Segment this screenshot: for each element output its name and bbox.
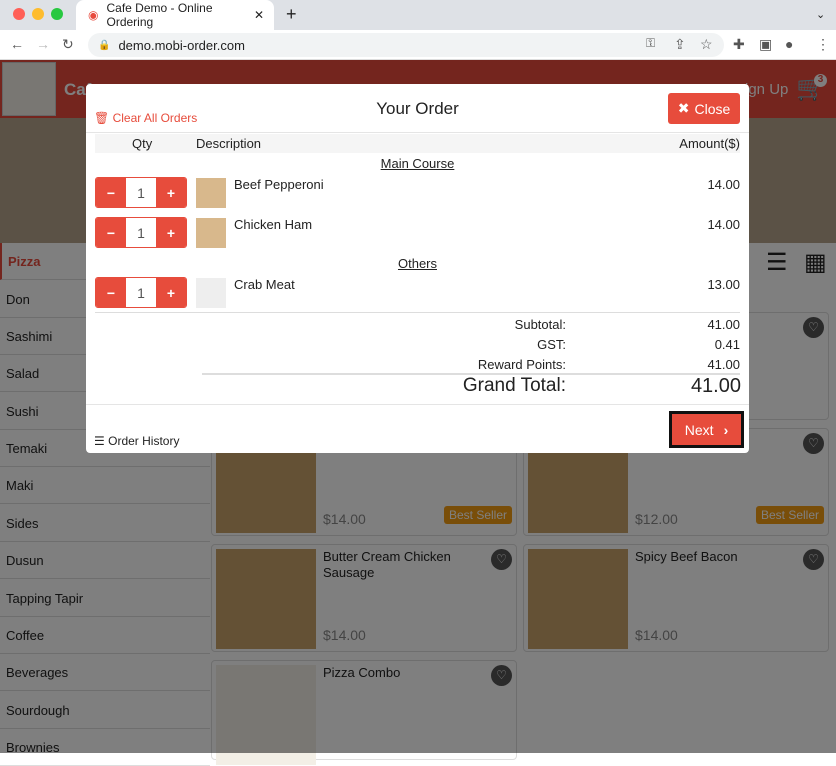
- minimize-window-button[interactable]: [32, 8, 44, 20]
- item-amount: 13.00: [707, 277, 740, 292]
- item-thumbnail: [196, 178, 226, 208]
- order-modal: 🗑 Clear All Orders Your Order ✖ Close Qty…: [86, 84, 749, 453]
- quantity-value[interactable]: 1: [126, 218, 156, 247]
- increase-button[interactable]: +: [156, 218, 186, 247]
- item-amount: 14.00: [707, 217, 740, 232]
- menu-icon[interactable]: ⋮: [816, 36, 830, 53]
- browser-tab[interactable]: ◉ Cafe Demo - Online Ordering ✕: [76, 0, 274, 30]
- grand-total-value: 41.00: [690, 375, 741, 397]
- chevron-right-icon: ›: [723, 421, 729, 438]
- item-name: Beef Pepperoni: [234, 177, 324, 192]
- item-name: Chicken Ham: [234, 217, 313, 232]
- forward-icon[interactable]: →: [36, 36, 50, 52]
- share-icon[interactable]: ⇪: [674, 36, 686, 53]
- list-icon: ☰: [94, 434, 105, 448]
- item-name: Crab Meat: [234, 277, 295, 292]
- quantity-stepper: −1 +: [95, 217, 187, 248]
- reward-points-label: Reward Points:: [477, 357, 566, 372]
- close-tab-icon[interactable]: ✕: [254, 8, 264, 22]
- reward-points-value: 41.00: [707, 357, 740, 372]
- decrease-button[interactable]: −: [96, 218, 126, 247]
- quantity-stepper: −1 +: [95, 277, 187, 308]
- quantity-stepper: −1 +: [95, 177, 187, 208]
- order-history-link[interactable]: ☰ Order History: [94, 434, 179, 448]
- key-icon[interactable]: ⚿: [646, 36, 655, 51]
- order-item-row: −1 + Chicken Ham 14.00: [95, 217, 740, 249]
- gst-label: GST:: [537, 337, 566, 352]
- qty-header: Qty: [132, 136, 153, 151]
- address-toolbar: ← → ↻ 🔒 demo.mobi-order.com ⚿ ⇪ ☆ ✚ ▣ ● …: [0, 30, 836, 60]
- item-thumbnail: [196, 278, 226, 308]
- close-label: Close: [694, 100, 731, 117]
- profile-icon[interactable]: ●: [785, 36, 793, 52]
- decrease-button[interactable]: −: [96, 278, 126, 307]
- description-header: Description: [196, 136, 262, 151]
- back-icon[interactable]: ←: [10, 36, 24, 52]
- decrease-button[interactable]: −: [96, 178, 126, 207]
- modal-title: Your Order: [376, 99, 459, 118]
- close-icon: ✖: [677, 100, 690, 116]
- maximize-window-button[interactable]: [51, 8, 63, 20]
- close-button[interactable]: ✖ Close: [668, 93, 740, 124]
- address-bar[interactable]: 🔒 demo.mobi-order.com: [88, 33, 724, 57]
- favicon-icon: ◉: [88, 8, 99, 22]
- item-thumbnail: [196, 218, 226, 248]
- gst-value: 0.41: [714, 337, 740, 352]
- star-icon[interactable]: ☆: [700, 36, 713, 53]
- order-history-label: Order History: [108, 434, 180, 448]
- order-item-row: −1 + Beef Pepperoni 14.00: [95, 177, 740, 209]
- browser-tab-bar: ◉ Cafe Demo - Online Ordering ✕ + ⌄: [0, 0, 836, 30]
- increase-button[interactable]: +: [156, 178, 186, 207]
- tab-list-icon[interactable]: ⌄: [816, 8, 825, 21]
- url-text: demo.mobi-order.com: [118, 37, 245, 53]
- table-header: Qty Description Amount($): [95, 134, 740, 153]
- subtotal-value: 41.00: [707, 317, 740, 332]
- tab-title: Cafe Demo - Online Ordering: [106, 1, 213, 29]
- grand-total-label: Grand Total:: [462, 375, 566, 396]
- new-tab-icon[interactable]: +: [286, 4, 297, 25]
- close-window-button[interactable]: [13, 8, 25, 20]
- sidepanel-icon[interactable]: ▣: [759, 36, 772, 53]
- group-heading: Main Course: [380, 156, 455, 171]
- quantity-value[interactable]: 1: [126, 278, 156, 307]
- next-button[interactable]: Next ›: [669, 411, 744, 448]
- next-label: Next: [684, 421, 714, 438]
- increase-button[interactable]: +: [156, 278, 186, 307]
- order-item-row: −1 + Crab Meat 13.00: [95, 277, 740, 309]
- lock-icon: 🔒: [98, 39, 111, 51]
- extensions-icon[interactable]: ✚: [733, 36, 745, 53]
- subtotal-label: Subtotal:: [514, 317, 566, 332]
- item-amount: 14.00: [707, 177, 740, 192]
- quantity-value[interactable]: 1: [126, 178, 156, 207]
- reload-icon[interactable]: ↻: [62, 36, 74, 53]
- group-heading: Others: [397, 256, 437, 271]
- amount-header: Amount($): [679, 136, 740, 151]
